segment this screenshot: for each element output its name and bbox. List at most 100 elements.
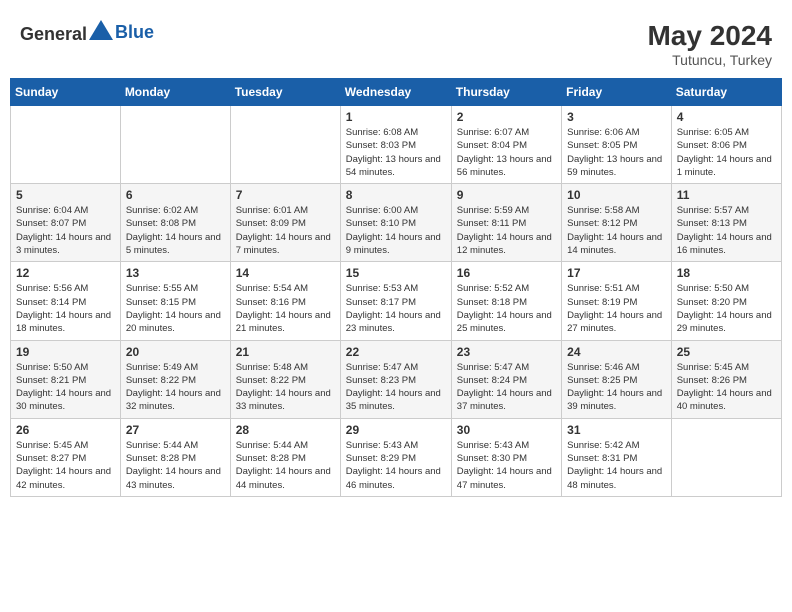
day-info: Sunrise: 5:46 AMSunset: 8:25 PMDaylight:… xyxy=(567,361,666,414)
day-number: 25 xyxy=(677,345,776,359)
day-info: Sunrise: 5:51 AMSunset: 8:19 PMDaylight:… xyxy=(567,282,666,335)
day-info: Sunrise: 5:56 AMSunset: 8:14 PMDaylight:… xyxy=(16,282,115,335)
calendar-cell: 24 Sunrise: 5:46 AMSunset: 8:25 PMDayligh… xyxy=(562,340,672,418)
calendar-cell: 12Sunrise: 5:56 AMSunset: 8:14 PMDayligh… xyxy=(11,262,121,340)
day-info: Sunrise: 5:47 AMSunset: 8:24 PMDaylight:… xyxy=(457,361,556,414)
day-info: Sunrise: 5:45 AMSunset: 8:26 PMDaylight:… xyxy=(677,361,776,414)
day-info: Sunrise: 5:43 AMSunset: 8:30 PMDaylight:… xyxy=(457,439,556,492)
calendar-cell: 23 Sunrise: 5:47 AMSunset: 8:24 PMDayligh… xyxy=(451,340,561,418)
day-info: Sunrise: 5:43 AMSunset: 8:29 PMDaylight:… xyxy=(346,439,446,492)
day-info: Sunrise: 5:57 AMSunset: 8:13 PMDaylight:… xyxy=(677,204,776,257)
calendar-cell: 16Sunrise: 5:52 AMSunset: 8:18 PMDayligh… xyxy=(451,262,561,340)
calendar-cell: 26 Sunrise: 5:45 AMSunset: 8:27 PMDayligh… xyxy=(11,418,121,496)
day-number: 4 xyxy=(677,110,776,124)
day-info: Sunrise: 5:45 AMSunset: 8:27 PMDaylight:… xyxy=(16,439,115,492)
calendar-cell: 11 Sunrise: 5:57 AMSunset: 8:13 PMDayligh… xyxy=(671,184,781,262)
calendar-cell: 13Sunrise: 5:55 AMSunset: 8:15 PMDayligh… xyxy=(120,262,230,340)
header-wednesday: Wednesday xyxy=(340,79,451,106)
day-number: 1 xyxy=(346,110,446,124)
day-number: 18 xyxy=(677,266,776,280)
day-number: 19 xyxy=(16,345,115,359)
day-number: 21 xyxy=(236,345,335,359)
day-info: Sunrise: 6:07 AMSunset: 8:04 PMDaylight:… xyxy=(457,126,556,179)
calendar-cell: 10Sunrise: 5:58 AMSunset: 8:12 PMDayligh… xyxy=(562,184,672,262)
day-number: 9 xyxy=(457,188,556,202)
day-number: 30 xyxy=(457,423,556,437)
calendar-week-5: 26 Sunrise: 5:45 AMSunset: 8:27 PMDayligh… xyxy=(11,418,782,496)
day-number: 27 xyxy=(126,423,225,437)
day-number: 16 xyxy=(457,266,556,280)
calendar-cell: 25 Sunrise: 5:45 AMSunset: 8:26 PMDayligh… xyxy=(671,340,781,418)
day-info: Sunrise: 5:44 AMSunset: 8:28 PMDaylight:… xyxy=(236,439,335,492)
header-monday: Monday xyxy=(120,79,230,106)
header-friday: Friday xyxy=(562,79,672,106)
day-number: 17 xyxy=(567,266,666,280)
page-header: General Blue May 2024 Tutuncu, Turkey xyxy=(10,10,782,73)
location: Tutuncu, Turkey xyxy=(647,52,772,68)
day-info: Sunrise: 5:50 AMSunset: 8:21 PMDaylight:… xyxy=(16,361,115,414)
header-thursday: Thursday xyxy=(451,79,561,106)
calendar-cell: 5Sunrise: 6:04 AMSunset: 8:07 PMDaylight… xyxy=(11,184,121,262)
day-number: 3 xyxy=(567,110,666,124)
calendar-cell: 27 Sunrise: 5:44 AMSunset: 8:28 PMDayligh… xyxy=(120,418,230,496)
day-number: 29 xyxy=(346,423,446,437)
day-number: 23 xyxy=(457,345,556,359)
calendar-cell: 29 Sunrise: 5:43 AMSunset: 8:29 PMDayligh… xyxy=(340,418,451,496)
calendar-cell: 17 Sunrise: 5:51 AMSunset: 8:19 PMDayligh… xyxy=(562,262,672,340)
day-info: Sunrise: 6:06 AMSunset: 8:05 PMDaylight:… xyxy=(567,126,666,179)
day-number: 26 xyxy=(16,423,115,437)
calendar-week-1: 1 Sunrise: 6:08 AMSunset: 8:03 PMDaylight… xyxy=(11,106,782,184)
day-info: Sunrise: 6:00 AMSunset: 8:10 PMDaylight:… xyxy=(346,204,446,257)
calendar-cell: 15Sunrise: 5:53 AMSunset: 8:17 PMDayligh… xyxy=(340,262,451,340)
calendar-header-row: SundayMondayTuesdayWednesdayThursdayFrid… xyxy=(11,79,782,106)
calendar-cell: 14Sunrise: 5:54 AMSunset: 8:16 PMDayligh… xyxy=(230,262,340,340)
day-number: 15 xyxy=(346,266,446,280)
calendar-cell: 30 Sunrise: 5:43 AMSunset: 8:30 PMDayligh… xyxy=(451,418,561,496)
calendar-cell: 28 Sunrise: 5:44 AMSunset: 8:28 PMDayligh… xyxy=(230,418,340,496)
calendar-cell: 3 Sunrise: 6:06 AMSunset: 8:05 PMDaylight… xyxy=(562,106,672,184)
calendar-cell: 9 Sunrise: 5:59 AMSunset: 8:11 PMDaylight… xyxy=(451,184,561,262)
calendar-cell xyxy=(120,106,230,184)
day-number: 7 xyxy=(236,188,335,202)
day-number: 14 xyxy=(236,266,335,280)
day-info: Sunrise: 5:49 AMSunset: 8:22 PMDaylight:… xyxy=(126,361,225,414)
calendar-cell: 4 Sunrise: 6:05 AMSunset: 8:06 PMDaylight… xyxy=(671,106,781,184)
calendar-table: SundayMondayTuesdayWednesdayThursdayFrid… xyxy=(10,78,782,497)
header-saturday: Saturday xyxy=(671,79,781,106)
day-number: 10 xyxy=(567,188,666,202)
calendar-week-3: 12Sunrise: 5:56 AMSunset: 8:14 PMDayligh… xyxy=(11,262,782,340)
calendar-cell: 7 Sunrise: 6:01 AMSunset: 8:09 PMDaylight… xyxy=(230,184,340,262)
day-info: Sunrise: 5:47 AMSunset: 8:23 PMDaylight:… xyxy=(346,361,446,414)
calendar-week-4: 19 Sunrise: 5:50 AMSunset: 8:21 PMDayligh… xyxy=(11,340,782,418)
logo: General Blue xyxy=(20,20,154,45)
day-number: 28 xyxy=(236,423,335,437)
day-number: 6 xyxy=(126,188,225,202)
day-info: Sunrise: 6:08 AMSunset: 8:03 PMDaylight:… xyxy=(346,126,446,179)
logo-blue: Blue xyxy=(115,22,154,42)
day-info: Sunrise: 5:59 AMSunset: 8:11 PMDaylight:… xyxy=(457,204,556,257)
day-info: Sunrise: 5:50 AMSunset: 8:20 PMDaylight:… xyxy=(677,282,776,335)
calendar-cell: 6 Sunrise: 6:02 AMSunset: 8:08 PMDaylight… xyxy=(120,184,230,262)
calendar-cell: 21 Sunrise: 5:48 AMSunset: 8:22 PMDayligh… xyxy=(230,340,340,418)
month-year: May 2024 xyxy=(647,20,772,52)
header-sunday: Sunday xyxy=(11,79,121,106)
day-info: Sunrise: 6:04 AMSunset: 8:07 PMDaylight:… xyxy=(16,204,115,257)
calendar-cell xyxy=(11,106,121,184)
calendar-cell: 18 Sunrise: 5:50 AMSunset: 8:20 PMDayligh… xyxy=(671,262,781,340)
day-number: 13 xyxy=(126,266,225,280)
day-number: 11 xyxy=(677,188,776,202)
day-number: 31 xyxy=(567,423,666,437)
logo-icon xyxy=(89,20,113,40)
day-info: Sunrise: 6:05 AMSunset: 8:06 PMDaylight:… xyxy=(677,126,776,179)
day-info: Sunrise: 5:44 AMSunset: 8:28 PMDaylight:… xyxy=(126,439,225,492)
day-info: Sunrise: 5:48 AMSunset: 8:22 PMDaylight:… xyxy=(236,361,335,414)
day-info: Sunrise: 6:02 AMSunset: 8:08 PMDaylight:… xyxy=(126,204,225,257)
calendar-cell: 19 Sunrise: 5:50 AMSunset: 8:21 PMDayligh… xyxy=(11,340,121,418)
calendar-cell: 1 Sunrise: 6:08 AMSunset: 8:03 PMDaylight… xyxy=(340,106,451,184)
day-number: 20 xyxy=(126,345,225,359)
day-info: Sunrise: 6:01 AMSunset: 8:09 PMDaylight:… xyxy=(236,204,335,257)
calendar-cell: 31Sunrise: 5:42 AMSunset: 8:31 PMDayligh… xyxy=(562,418,672,496)
calendar-cell: 8Sunrise: 6:00 AMSunset: 8:10 PMDaylight… xyxy=(340,184,451,262)
day-number: 24 xyxy=(567,345,666,359)
calendar-cell xyxy=(230,106,340,184)
